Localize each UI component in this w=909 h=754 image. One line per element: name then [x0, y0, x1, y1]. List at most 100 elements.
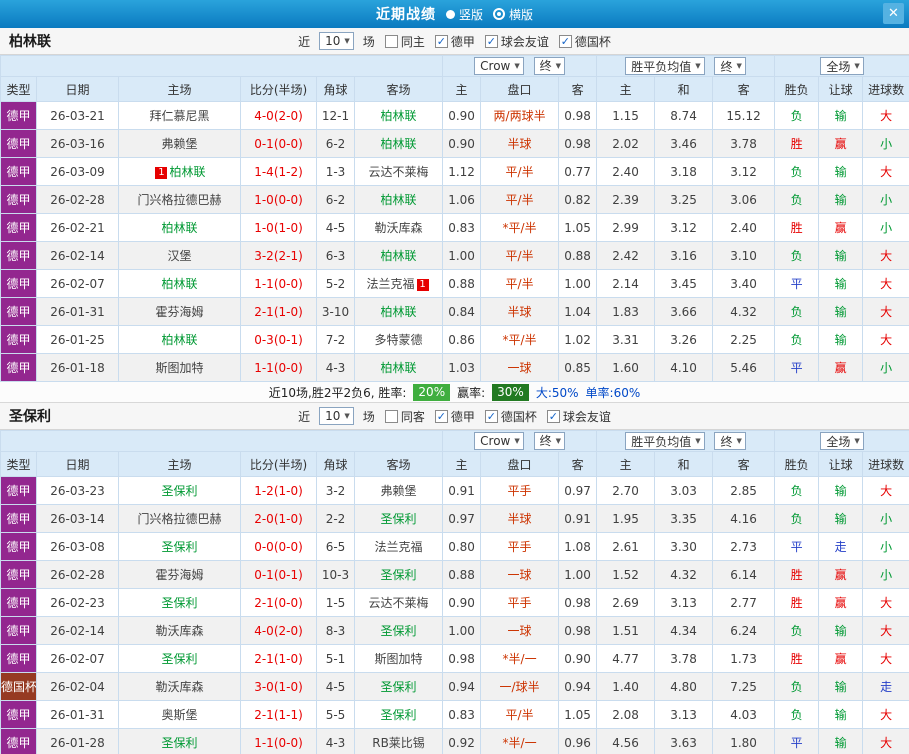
home-team-cell[interactable]: 拜仁慕尼黑 [118, 101, 241, 130]
avg-home-cell: 2.61 [596, 532, 656, 561]
odds-time-select[interactable]: 终 ▼ [533, 56, 565, 75]
score-cell: 0-1(0-1) [240, 560, 317, 589]
team-link: 圣保利 [380, 624, 417, 638]
odd-rate-text: 单率:60% [585, 385, 641, 400]
radio-label: 横版 [509, 7, 534, 22]
home-team-cell[interactable]: 霍芬海姆 [118, 560, 241, 589]
home-team-cell[interactable]: 圣保利 [118, 476, 241, 505]
home-team-cell[interactable]: 勒沃库森 [118, 672, 241, 701]
select-value: Crow [480, 434, 511, 449]
match-row: 德甲 26-01-28 圣保利 1-1(0-0) 4-3 RB莱比锡 0.92 *半/一 0.9… [0, 728, 909, 754]
avg-away-cell: 2.77 [712, 588, 776, 617]
filter-checkbox[interactable]: ✓ 德国杯 [558, 33, 611, 50]
away-team-cell[interactable]: 柏林联 [353, 297, 444, 326]
away-team-cell[interactable]: 多特蒙德 [353, 325, 444, 354]
filter-checkbox[interactable]: ✓ 德国杯 [484, 408, 537, 425]
avg-odds-select[interactable]: 胜平负均值 ▼ [625, 432, 705, 450]
home-team-cell[interactable]: 汉堡 [118, 241, 241, 270]
home-team-cell[interactable]: 奥斯堡 [118, 700, 241, 729]
away-team-cell[interactable]: 柏林联 [353, 353, 444, 382]
filter-checkbox[interactable]: ✓ 球会友谊 [484, 33, 549, 50]
away-team-cell[interactable]: 云达不莱梅 [353, 588, 444, 617]
filter-checkbox[interactable]: 同主 [384, 33, 425, 50]
away-team-cell[interactable]: 圣保利 [353, 504, 444, 533]
home-team-cell[interactable]: 圣保利 [118, 728, 241, 754]
column-header: 胜负 [774, 451, 820, 477]
titlebar-center: 近期战绩 竖版 横版 [0, 4, 909, 24]
team-link: 柏林联 [380, 249, 417, 263]
away-team-cell[interactable]: 圣保利 [353, 700, 444, 729]
result-cell: 负 [774, 504, 820, 533]
odds-company-select[interactable]: Crow ▼ [474, 57, 524, 76]
home-team-cell[interactable]: 圣保利 [118, 588, 241, 617]
over-rate-text: 大:50% [535, 385, 579, 400]
away-team-cell[interactable]: 勒沃库森 [353, 213, 444, 242]
home-team-cell[interactable]: 柏林联 [118, 325, 241, 354]
avg-odds-select[interactable]: 胜平负均值 ▼ [625, 57, 705, 75]
match-count-select[interactable]: 10 ▼ [319, 32, 354, 50]
away-team-cell[interactable]: 圣保利 [353, 672, 444, 701]
away-team-cell[interactable]: 柏林联 [353, 101, 444, 130]
home-team-cell[interactable]: 霍芬海姆 [118, 297, 241, 326]
avg-time-select[interactable]: 终 ▼ [714, 57, 746, 75]
scope-select[interactable]: 全场 ▼ [820, 57, 864, 75]
filter-checkbox[interactable]: 同客 [384, 408, 425, 425]
home-team-cell[interactable]: 圣保利 [118, 644, 241, 673]
home-team-cell[interactable]: 1 柏林联 [118, 157, 241, 186]
avg-draw-cell: 4.10 [654, 353, 714, 382]
scope-selector: 全场 ▼ [774, 430, 909, 452]
away-team-cell[interactable]: 柏林联 [353, 129, 444, 158]
avg-time-select[interactable]: 终 ▼ [714, 432, 746, 450]
away-team-cell[interactable]: 圣保利 [353, 560, 444, 589]
home-odds-cell: 0.83 [442, 700, 482, 729]
away-team-cell[interactable]: 柏林联 [353, 185, 444, 214]
scope-select[interactable]: 全场 ▼ [820, 432, 864, 450]
away-team-cell[interactable]: 弗赖堡 [353, 476, 444, 505]
date-cell: 26-02-04 [36, 672, 119, 701]
team-link: 柏林联 [161, 333, 198, 347]
column-header: 主 [596, 76, 656, 102]
away-team-cell[interactable]: 云达不莱梅 [353, 157, 444, 186]
close-button[interactable]: ✕ [883, 3, 904, 24]
filter-checkbox[interactable]: ✓ 德甲 [434, 33, 475, 50]
away-team-cell[interactable]: 法兰克福 [353, 532, 444, 561]
away-team-cell[interactable]: 斯图加特 [353, 644, 444, 673]
home-team-cell[interactable]: 门兴格拉德巴赫 [118, 504, 241, 533]
home-team-cell[interactable]: 弗赖堡 [118, 129, 241, 158]
select-value: 终 [539, 434, 552, 449]
filter-checkbox[interactable]: ✓ 球会友谊 [546, 408, 611, 425]
avg-home-cell: 2.39 [596, 185, 656, 214]
corner-cell: 4-5 [316, 213, 355, 242]
match-row: 德甲 26-01-25 柏林联 0-3(0-1) 7-2 多特蒙德 0.86 *平/半 1.02… [0, 325, 909, 354]
handicap-cell: 平/半 [480, 185, 560, 214]
odds-company-select[interactable]: Crow ▼ [474, 432, 524, 451]
column-header: 盘口 [480, 76, 560, 102]
league-cell: 德甲 [0, 157, 37, 186]
away-team-cell[interactable]: 法兰克福 1 [353, 269, 444, 298]
away-team-cell[interactable]: RB莱比锡 [353, 728, 444, 754]
layout-radio-vertical[interactable]: 竖版 [445, 6, 483, 23]
away-team-cell[interactable]: 柏林联 [353, 241, 444, 270]
filter-checkbox[interactable]: ✓ 德甲 [434, 408, 475, 425]
radio-icon [493, 8, 505, 20]
score-cell: 4-0(2-0) [240, 616, 317, 645]
home-odds-cell: 0.98 [442, 644, 482, 673]
avg-draw-cell: 3.13 [654, 700, 714, 729]
odds-time-select[interactable]: 终 ▼ [533, 431, 565, 450]
checkbox-checked-icon: ✓ [546, 409, 560, 423]
team-link: 圣保利 [161, 484, 198, 498]
home-team-cell[interactable]: 勒沃库森 [118, 616, 241, 645]
home-team-cell[interactable]: 圣保利 [118, 532, 241, 561]
filter-checkbox-label: 德甲 [450, 34, 475, 49]
layout-radio-horizontal[interactable]: 横版 [493, 6, 533, 23]
home-team-cell[interactable]: 斯图加特 [118, 353, 241, 382]
home-team-cell[interactable]: 柏林联 [118, 269, 241, 298]
match-row: 德甲 26-03-23 圣保利 1-2(1-0) 3-2 弗赖堡 0.91 平手 0.97 2.7… [0, 476, 909, 505]
checkbox-checked-icon: ✓ [434, 34, 448, 48]
avg-home-cell: 2.69 [596, 588, 656, 617]
chevron-down-icon: ▼ [695, 62, 701, 70]
away-team-cell[interactable]: 圣保利 [353, 616, 444, 645]
match-count-select[interactable]: 10 ▼ [319, 407, 354, 425]
home-team-cell[interactable]: 门兴格拉德巴赫 [118, 185, 241, 214]
home-team-cell[interactable]: 柏林联 [118, 213, 241, 242]
